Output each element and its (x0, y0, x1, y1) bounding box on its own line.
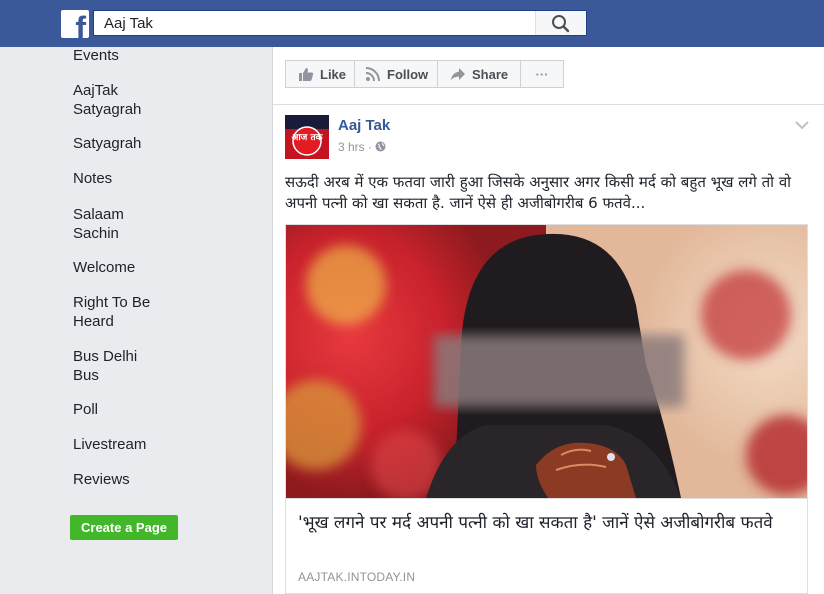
post-message: सऊदी अरब में एक फतवा जारी हुआ जिसके अनुस… (285, 173, 792, 212)
post-options-chevron[interactable] (795, 117, 809, 135)
like-button[interactable]: Like (285, 60, 355, 88)
more-button[interactable]: ··· (520, 60, 564, 88)
avatar-text: आज तक (291, 133, 323, 143)
share-arrow-icon (451, 67, 465, 80)
image-divider (286, 498, 807, 499)
preview-photo (286, 225, 807, 498)
search-value: Aaj Tak (104, 15, 153, 32)
create-page-button[interactable]: Create a Page (70, 515, 178, 540)
chevron-down-icon (795, 121, 809, 130)
sidebar-item[interactable]: Notes (73, 169, 112, 188)
thumbs-up-icon (299, 67, 314, 81)
search-input[interactable]: Aaj Tak (93, 10, 587, 36)
section-divider (273, 104, 824, 105)
sidebar-item[interactable]: Poll (73, 400, 98, 419)
sidebar-item[interactable]: Bus Delhi Bus (73, 347, 137, 385)
sidebar-item[interactable]: Salaam Sachin (73, 205, 124, 243)
sidebar-item[interactable]: Livestream (73, 435, 146, 454)
follow-label: Follow (387, 66, 429, 82)
sidebar-item[interactable]: Reviews (73, 470, 130, 489)
link-domain: AAJTAK.INTODAY.IN (298, 570, 416, 584)
rss-icon (365, 66, 380, 81)
page-name-link[interactable]: Aaj Tak (338, 117, 390, 134)
share-button[interactable]: Share (437, 60, 521, 88)
search-icon (552, 15, 570, 33)
more-icon: ··· (535, 66, 549, 82)
page-avatar[interactable]: आज तक (285, 115, 329, 159)
share-label: Share (472, 66, 509, 82)
facebook-logo-icon[interactable]: f (61, 10, 89, 38)
sidebar-item[interactable]: Events (73, 46, 119, 65)
page-actions: Like Follow Share ··· (285, 60, 564, 90)
sidebar-item[interactable]: Right To Be Heard (73, 293, 150, 331)
time-text: 3 hrs · (338, 140, 376, 154)
globe-icon (375, 141, 386, 152)
search-button[interactable] (535, 11, 586, 35)
like-label: Like (320, 66, 347, 82)
sidebar-item[interactable]: AajTak Satyagrah (73, 81, 141, 119)
link-title[interactable]: 'भूख लगने पर मर्द अपनी पत्नी को खा सकता … (298, 511, 788, 535)
sidebar-item[interactable]: Welcome (73, 258, 135, 277)
sidebar-item[interactable]: Satyagrah (73, 134, 141, 153)
link-preview-image[interactable] (286, 225, 807, 498)
top-bar: f Aaj Tak (0, 0, 824, 48)
link-preview-card[interactable]: 'भूख लगने पर मर्द अपनी पत्नी को खा सकता … (285, 224, 808, 594)
post-timestamp[interactable]: 3 hrs · (338, 140, 386, 154)
follow-button[interactable]: Follow (354, 60, 438, 88)
